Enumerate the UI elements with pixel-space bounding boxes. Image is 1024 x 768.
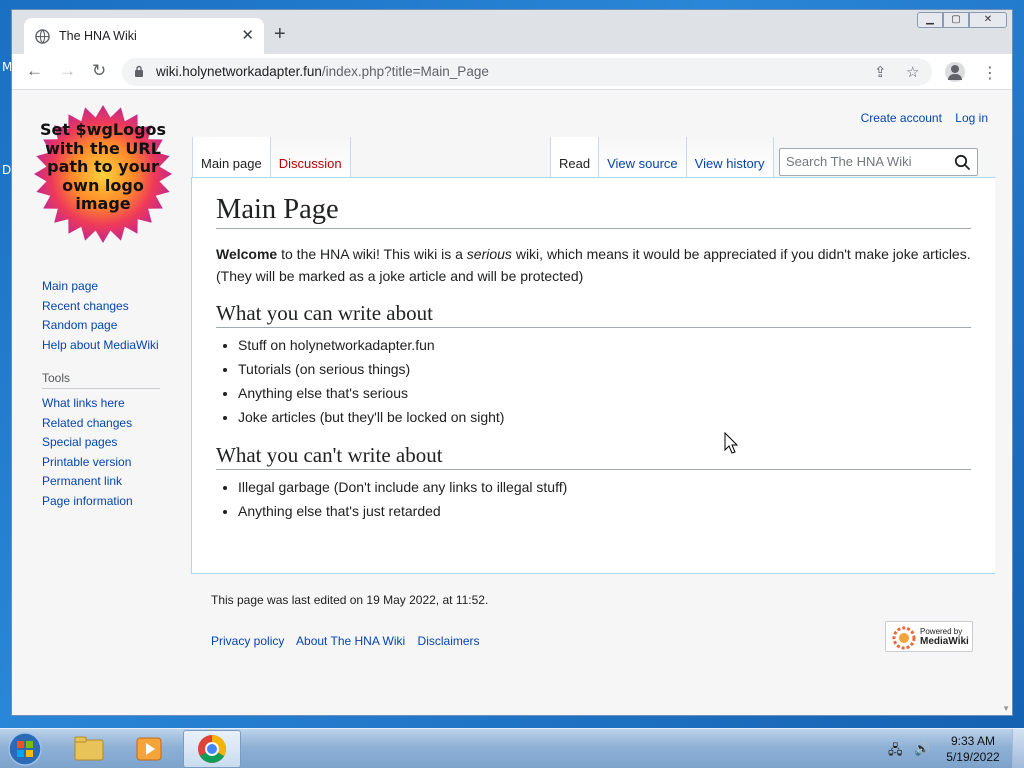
list-item: Anything else that's just retarded — [238, 499, 971, 523]
url-text: wiki.holynetworkadapter.fun/index.php?ti… — [156, 64, 489, 79]
start-orb-icon[interactable] — [6, 731, 44, 767]
tab-view-history[interactable]: View history — [686, 137, 774, 177]
cant-write-list: Illegal garbage (Don't include any links… — [238, 475, 971, 523]
taskbar-explorer[interactable] — [60, 730, 118, 768]
about-link[interactable]: About The HNA Wiki — [296, 634, 405, 648]
search-icon[interactable] — [954, 154, 971, 171]
bookmark-star-icon[interactable]: ☆ — [906, 63, 919, 81]
clock-date: 5/19/2022 — [946, 750, 1000, 764]
view-tabs: Read View source View history — [550, 137, 774, 177]
reload-icon[interactable]: ↻ — [92, 62, 106, 80]
list-item: Stuff on holynetworkadapter.fun — [238, 333, 971, 357]
menu-kebab-icon[interactable]: ⋮ — [982, 63, 998, 83]
media-player-icon — [136, 737, 162, 761]
sidebar-item-help[interactable]: Help about MediaWiki — [42, 336, 172, 356]
intro-paragraph: Welcome to the HNA wiki! This wiki is a … — [216, 246, 971, 284]
address-bar[interactable]: wiki.holynetworkadapter.fun/index.php?ti… — [122, 58, 932, 86]
article-content: Main Page Welcome to the HNA wiki! This … — [191, 177, 995, 574]
globe-icon — [35, 29, 50, 44]
sidebar-item-printable-version[interactable]: Printable version — [42, 453, 172, 473]
list-item: Illegal garbage (Don't include any links… — [238, 475, 971, 499]
taskbar-chrome[interactable] — [183, 730, 241, 768]
profile-avatar-icon[interactable] — [945, 62, 965, 82]
last-edited-info: This page was last edited on 19 May 2022… — [211, 593, 489, 607]
namespace-tabs: Main page Discussion — [192, 137, 351, 177]
tab-discussion[interactable]: Discussion — [270, 137, 351, 177]
back-icon[interactable]: ← — [26, 62, 43, 80]
page-viewport: Set $wgLogos with the URL path to your o… — [12, 91, 1012, 715]
tab-title: The HNA Wiki — [59, 29, 137, 43]
personal-tools: Create account Log in — [851, 111, 988, 125]
mediawiki-flower-icon — [892, 626, 916, 650]
browser-tab[interactable]: The HNA Wiki ✕ — [24, 18, 264, 54]
section-heading-can-write: What you can write about — [216, 301, 971, 328]
sidebar-item-main-page[interactable]: Main page — [42, 277, 172, 297]
tab-view-source[interactable]: View source — [599, 137, 687, 177]
close-window-button[interactable]: ✕ — [969, 12, 1007, 28]
disclaimers-link[interactable]: Disclaimers — [418, 634, 480, 648]
taskbar-media-player[interactable] — [121, 730, 179, 768]
forward-icon[interactable]: → — [59, 62, 76, 80]
sidebar-item-what-links-here[interactable]: What links here — [42, 394, 172, 414]
desktop-icon-label-fragment: D — [2, 163, 12, 177]
sidebar-item-related-changes[interactable]: Related changes — [42, 414, 172, 434]
can-write-list: Stuff on holynetworkadapter.fun Tutorial… — [238, 333, 971, 429]
new-tab-button[interactable]: + — [274, 24, 286, 44]
mouse-cursor-icon — [724, 432, 738, 454]
scroll-down-arrow-icon[interactable]: ▼ — [1002, 704, 1010, 713]
sidebar: Main page Recent changes Random page Hel… — [42, 277, 172, 511]
logo-text: Set $wgLogos with the URL path to your o… — [39, 120, 167, 213]
page-title: Main Page — [216, 194, 971, 229]
sidebar-item-recent-changes[interactable]: Recent changes — [42, 297, 172, 317]
sidebar-item-random-page[interactable]: Random page — [42, 316, 172, 336]
lock-icon[interactable] — [134, 65, 144, 78]
list-item: Joke articles (but they'll be locked on … — [238, 405, 971, 429]
taskbar: 🖧 🔊 9:33 AM 5/19/2022 — [0, 728, 1024, 768]
clock-time: 9:33 AM — [950, 734, 996, 748]
log-in-link[interactable]: Log in — [955, 111, 988, 125]
create-account-link[interactable]: Create account — [861, 111, 942, 125]
show-desktop-button[interactable] — [1012, 729, 1024, 768]
maximize-button[interactable]: ▢ — [943, 12, 969, 28]
system-clock[interactable]: 9:33 AM 5/19/2022 — [940, 733, 1006, 765]
browser-window: The HNA Wiki ✕ + ▁ ▢ ✕ ← → ↻ wiki.holyne… — [11, 9, 1013, 716]
tab-read[interactable]: Read — [550, 137, 600, 177]
network-icon[interactable]: 🖧 — [888, 741, 903, 763]
browser-titlebar: The HNA Wiki ✕ + ▁ ▢ ✕ — [12, 10, 1012, 54]
sidebar-item-permanent-link[interactable]: Permanent link — [42, 472, 172, 492]
chrome-icon — [198, 735, 226, 763]
sidebar-item-special-pages[interactable]: Special pages — [42, 433, 172, 453]
close-tab-icon[interactable]: ✕ — [241, 26, 254, 44]
tab-main-page[interactable]: Main page — [192, 137, 271, 177]
wiki-search — [779, 148, 978, 176]
folder-icon — [74, 736, 104, 761]
privacy-policy-link[interactable]: Privacy policy — [211, 634, 284, 648]
share-icon[interactable]: ⇪ — [874, 63, 887, 81]
browser-toolbar: ← → ↻ wiki.holynetworkadapter.fun/index.… — [12, 54, 1012, 90]
sidebar-item-page-information[interactable]: Page information — [42, 492, 172, 512]
volume-icon[interactable]: 🔊 — [914, 741, 930, 757]
footer-links: Privacy policy About The HNA Wiki Discla… — [211, 634, 489, 648]
list-item: Anything else that's serious — [238, 381, 971, 405]
tools-heading: Tools — [42, 371, 160, 389]
minimize-button[interactable]: ▁ — [917, 12, 943, 28]
list-item: Tutorials (on serious things) — [238, 357, 971, 381]
section-heading-cant-write: What you can't write about — [216, 443, 971, 470]
powered-by-mediawiki-badge[interactable]: Powered by MediaWiki — [885, 621, 973, 652]
search-input[interactable] — [786, 154, 946, 169]
